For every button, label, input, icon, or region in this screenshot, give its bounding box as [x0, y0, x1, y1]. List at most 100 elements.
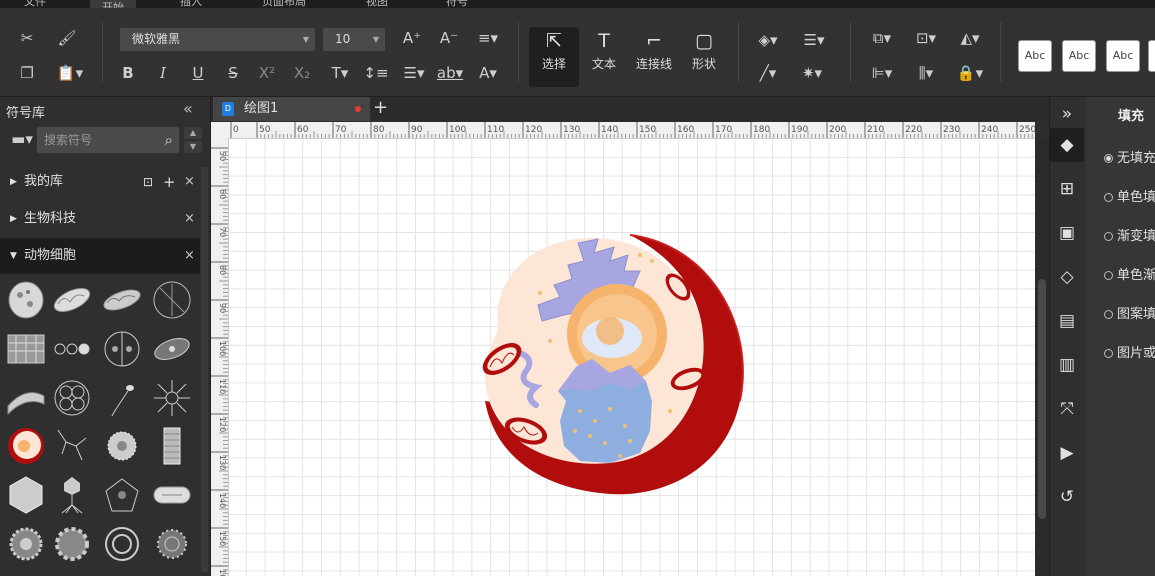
symbol-neuron[interactable] [152, 378, 192, 418]
export-icon[interactable]: ⊡ [143, 164, 153, 200]
underline-icon[interactable]: U [185, 63, 211, 85]
bold-icon[interactable]: B [115, 63, 141, 85]
symbol-membrane-strip[interactable] [6, 378, 46, 418]
superscript-icon[interactable]: X² [254, 63, 280, 85]
menu-insert[interactable]: 插入 [180, 0, 202, 8]
fill-option-picture[interactable]: 图片或纹理填充 [1104, 342, 1155, 361]
symbol-mitochondria[interactable] [52, 280, 92, 320]
effects-icon[interactable]: ✷▾ [794, 63, 830, 85]
symbol-paramecium[interactable] [152, 329, 192, 369]
text-effects-icon[interactable]: A▾ [472, 63, 504, 85]
close-icon[interactable]: × [184, 201, 195, 237]
symbol-bacterium[interactable] [152, 475, 192, 515]
radio[interactable] [1104, 271, 1113, 280]
symbol-cell-nucleus[interactable] [6, 280, 46, 320]
symbol-two-cell[interactable] [102, 329, 142, 369]
menu-page-layout[interactable]: 页面布局 [262, 0, 306, 8]
format-painter-icon[interactable]: 🖌 [54, 28, 80, 50]
symbol-virus-gear[interactable] [52, 524, 92, 564]
radio[interactable] [1104, 310, 1113, 319]
increase-font-icon[interactable]: A⁺ [399, 28, 425, 50]
font-family-select[interactable]: 微软雅黑 ▼ [120, 28, 315, 51]
expand-panel-icon[interactable]: » [1050, 97, 1084, 131]
copy-icon[interactable]: ❐ [14, 63, 40, 85]
style-sample-4[interactable] [1148, 40, 1155, 72]
library-my-library[interactable]: ▶ 我的库 ⊡ + × [0, 164, 200, 200]
italic-icon[interactable]: I [150, 63, 176, 85]
scroll-down-icon[interactable]: ▼ [184, 141, 202, 153]
symbol-cylinder[interactable] [152, 426, 192, 466]
presentation-icon[interactable]: ▶ [1050, 436, 1084, 470]
menu-file[interactable]: 文件 [24, 0, 46, 8]
group-icon[interactable]: ⊡▾ [910, 28, 942, 50]
connector-tool-button[interactable]: ⌐ 连接线 [629, 27, 679, 87]
symbol-virus-spiked[interactable] [152, 524, 192, 564]
close-icon[interactable]: × [184, 238, 195, 274]
drawing-canvas[interactable] [229, 139, 1035, 576]
radio[interactable] [1104, 232, 1113, 241]
style-sample-2[interactable]: Abc [1062, 40, 1096, 72]
symbol-virus-round[interactable] [6, 524, 46, 564]
symbol-chain[interactable] [52, 329, 92, 369]
history-icon[interactable]: ↺ [1050, 480, 1084, 514]
lock-icon[interactable]: 🔒▾ [952, 63, 988, 85]
radio-selected[interactable] [1104, 154, 1113, 163]
symbol-cell-division[interactable] [152, 280, 192, 320]
font-size-select[interactable]: 10 ▼ [323, 28, 385, 51]
shape-tool-button[interactable]: ▢ 形状 [679, 27, 729, 87]
symbol-virus-capsid[interactable] [6, 475, 46, 515]
symbol-animal-cell-red[interactable] [6, 426, 46, 466]
fill-option-single-gradient[interactable]: 单色渐变填充 [1104, 264, 1155, 283]
line-spacing-icon[interactable]: ↕≡ [360, 63, 392, 85]
fill-option-pattern[interactable]: 图案填充 [1104, 303, 1155, 322]
scroll-up-icon[interactable]: ▲ [184, 127, 202, 139]
strikethrough-icon[interactable]: S [220, 63, 246, 85]
image-icon[interactable]: ▣ [1050, 216, 1084, 250]
font-color-icon[interactable]: ab▾ [434, 63, 466, 85]
layers-icon[interactable]: ◇ [1050, 260, 1084, 294]
symbol-tissue[interactable] [6, 329, 46, 369]
bullet-list-icon[interactable]: ☰▾ [398, 63, 430, 85]
symbol-bacteriophage[interactable] [52, 475, 92, 515]
text-tool-button[interactable]: T 文本 [579, 27, 629, 87]
symbol-embryo[interactable] [52, 378, 92, 418]
grid-icon[interactable]: ⊞ [1050, 172, 1084, 206]
symbol-pentagon-cell[interactable] [102, 475, 142, 515]
cut-icon[interactable]: ✂ [14, 28, 40, 50]
radio[interactable] [1104, 349, 1113, 358]
select-tool-button[interactable]: ⇱ 选择 [529, 27, 579, 87]
fill-option-none[interactable]: 无填充 [1104, 147, 1155, 166]
symbol-sperm[interactable] [102, 378, 142, 418]
fill-color-icon[interactable]: ◈▾ [752, 30, 784, 52]
library-menu-icon[interactable]: ▬▾ [8, 129, 36, 151]
subscript-icon[interactable]: X₂ [289, 63, 315, 85]
symbol-spiky-cell[interactable] [102, 426, 142, 466]
menu-view[interactable]: 视图 [366, 0, 388, 8]
symbol-mitochondria-2[interactable] [102, 280, 142, 320]
add-icon[interactable]: + [163, 164, 176, 200]
data-icon[interactable]: ▥ [1050, 348, 1084, 382]
line-color-icon[interactable]: ╱▾ [752, 63, 784, 85]
text-direction-icon[interactable]: T▾ [324, 63, 356, 85]
symbol-virus-rings[interactable] [102, 524, 142, 564]
collapse-panel-icon[interactable]: « [183, 99, 193, 118]
canvas-scroll-thumb[interactable] [1038, 279, 1046, 519]
library-scrollbar[interactable] [201, 167, 208, 572]
line-style-icon[interactable]: ☰▾ [794, 30, 834, 52]
search-icon[interactable]: ⌕ [165, 127, 173, 153]
add-tab-button[interactable]: + [373, 97, 388, 119]
flip-icon[interactable]: ◭▾ [952, 28, 988, 50]
arrange-icon[interactable]: ⧉▾ [866, 28, 898, 50]
library-animal-cell[interactable]: ▼ 动物细胞 × [0, 238, 200, 274]
align-objects-icon[interactable]: ⊫▾ [866, 63, 898, 85]
align-icon[interactable]: ≡▾ [472, 28, 504, 50]
close-icon[interactable]: × [184, 164, 195, 200]
menu-symbol[interactable]: 符号 [446, 0, 468, 8]
radio[interactable] [1104, 193, 1113, 202]
canvas-scrollbar[interactable] [1036, 139, 1049, 576]
page-icon[interactable]: ▤ [1050, 304, 1084, 338]
fill-option-solid[interactable]: 单色填充 [1104, 186, 1155, 205]
transform-icon[interactable]: ⤧ [1050, 392, 1084, 426]
symbol-branching[interactable] [52, 426, 92, 466]
fill-bucket-icon[interactable]: ◆ [1050, 128, 1084, 162]
